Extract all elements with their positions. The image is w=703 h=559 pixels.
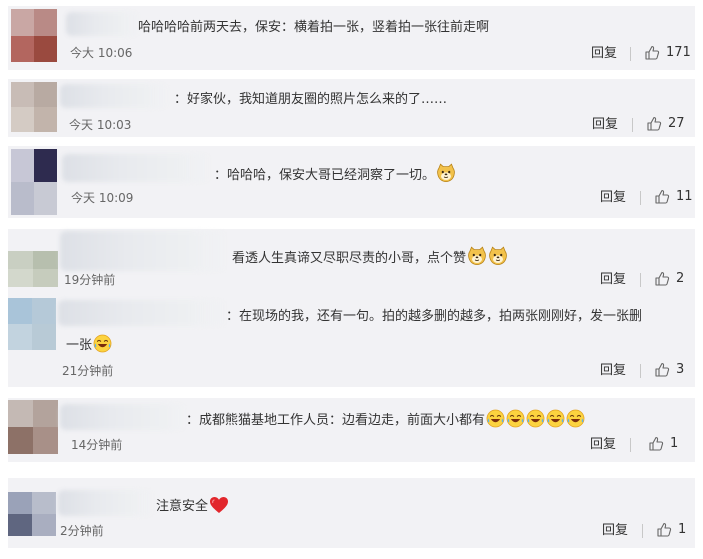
doge-emoji-icon [436,163,456,189]
thumbs-up-icon [644,45,660,61]
like-button[interactable]: 1 [656,522,686,538]
like-count: 27 [668,116,685,131]
like-count: 2 [676,271,685,286]
like-button[interactable]: 1 [648,436,678,452]
comment-text: ：好家伙，我知道朋友圈的照片怎么来的了…… [174,92,448,107]
laugh-cry-emoji-icon [486,409,505,434]
like-button[interactable]: 27 [646,116,685,132]
thumbs-up-icon [654,271,670,287]
comment-text: ：在现场的我，还有一句。拍的越多删的越多，拍两张刚刚好，发一张删 [226,309,643,324]
username-redacted[interactable] [62,154,212,182]
doge-emoji-icon [488,246,508,272]
comment-time: 19分钟前 [64,273,116,287]
comment-card: 注意安全 2分钟前 回复 1 [8,478,695,548]
like-count: 3 [676,362,685,377]
comment-time: 今大 10:06 [70,46,133,60]
reply-button[interactable]: 回复 [602,523,628,539]
reply-button[interactable]: 回复 [590,437,616,453]
comment-time: 21分钟前 [62,364,114,378]
divider [640,273,641,287]
reply-button[interactable]: 回复 [600,272,626,288]
laugh-cry-emoji-icon [546,409,565,434]
comment-text-continued: 一张 [66,334,112,359]
comment-text: 看透人生真谛又尽职尽责的小哥，点个赞 [232,246,508,272]
username-redacted[interactable] [58,490,154,516]
username-redacted[interactable] [60,84,170,108]
username-redacted[interactable] [66,12,140,36]
divider [632,118,633,132]
divider [640,191,641,205]
reply-button[interactable]: 回复 [592,117,618,133]
comment-card: ：成都熊猫基地工作人员：边看边走，前面大小都有 14分钟前 回复 1 [8,398,695,462]
avatar[interactable] [11,82,57,132]
like-count: 1 [678,522,687,537]
thumbs-up-icon [656,522,672,538]
avatar[interactable] [11,149,57,215]
comment-time: 今天 10:03 [69,118,132,132]
like-count: 171 [666,45,691,60]
avatar[interactable] [8,298,56,350]
like-button[interactable]: 3 [654,362,684,378]
reply-button[interactable]: 回复 [591,46,617,62]
username-redacted[interactable] [58,300,228,326]
comment-card: ：哈哈哈，保安大哥已经洞察了一切。 今天 10:09 回复 11 [8,146,695,218]
thumbs-up-icon [648,436,664,452]
username-redacted[interactable] [60,404,188,430]
thumbs-up-icon [646,116,662,132]
avatar[interactable] [8,400,58,454]
comment-card: ：好家伙，我知道朋友圈的照片怎么来的了…… 今天 10:03 回复 27 [8,79,695,137]
avatar[interactable] [8,251,58,287]
laugh-cry-emoji-icon [506,409,525,434]
comment-card: 哈哈哈哈前两天去，保安：横着拍一张，竖着拍一张往前走啊 今大 10:06 回复 … [8,6,695,70]
comment-text: ：哈哈哈，保安大哥已经洞察了一切。 [214,163,456,189]
comment-time: 今天 10:09 [71,191,134,205]
like-button[interactable]: 11 [654,189,693,205]
reply-button[interactable]: 回复 [600,190,626,206]
laugh-cry-emoji-icon [526,409,545,434]
comment-card: ：在现场的我，还有一句。拍的越多删的越多，拍两张刚刚好，发一张删 一张 21分钟… [8,292,695,387]
comment-text: 哈哈哈哈前两天去，保安：横着拍一张，竖着拍一张往前走啊 [138,20,490,35]
username-redacted[interactable] [60,231,228,271]
avatar[interactable] [8,492,56,536]
divider [630,47,631,61]
avatar[interactable] [11,9,57,62]
doge-emoji-icon [467,246,487,272]
like-button[interactable]: 171 [644,45,691,61]
like-button[interactable]: 2 [654,271,684,287]
thumbs-up-icon [654,189,670,205]
comment-text: ：成都熊猫基地工作人员：边看边走，前面大小都有 [186,409,585,434]
comment-card: 看透人生真谛又尽职尽责的小哥，点个赞 19分钟前 回复 2 [8,229,695,292]
like-count: 1 [670,436,679,451]
thumbs-up-icon [654,362,670,378]
divider [640,364,641,378]
divider [642,524,643,538]
divider [630,438,631,452]
laugh-cry-emoji-icon [93,334,112,359]
like-count: 11 [676,189,693,204]
comment-text: 注意安全 [156,496,229,520]
comment-time: 14分钟前 [71,438,123,452]
heart-emoji-icon [209,496,229,520]
laugh-cry-emoji-icon [566,409,585,434]
reply-button[interactable]: 回复 [600,363,626,379]
comment-time: 2分钟前 [60,524,104,538]
